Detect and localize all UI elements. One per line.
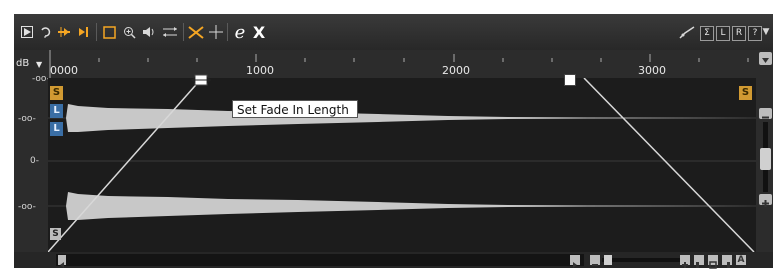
vertical-zoom-thumb[interactable] <box>760 148 771 170</box>
waveform-right-channel <box>48 192 756 220</box>
ruler-tick-label: 1000 <box>246 64 274 77</box>
scroll-right-button[interactable] <box>570 255 580 268</box>
snap-tag[interactable]: S <box>50 228 61 240</box>
tooltip: Set Fade In Length <box>232 100 358 118</box>
toolbar-separator <box>227 23 228 41</box>
db-menu-chevron-icon[interactable]: ▼ <box>36 60 42 69</box>
zoom-all-button[interactable]: A <box>736 255 746 265</box>
channel-menu-button[interactable]: ? <box>748 26 762 41</box>
fade-out-curve[interactable] <box>583 78 755 252</box>
toolbar-separator <box>96 23 97 41</box>
horizontal-zoom-thumb[interactable] <box>604 255 612 265</box>
waveform-view[interactable] <box>48 78 756 252</box>
horizontal-zoom-track[interactable] <box>602 258 684 262</box>
play-from-cursor-icon[interactable] <box>56 23 72 41</box>
wave-editor: e X Σ L R ? ▼ dB ▼ 0000 1000 2000 3000 -… <box>14 14 773 269</box>
play-selection-icon[interactable] <box>76 23 92 41</box>
fade-in-handle[interactable] <box>190 72 212 86</box>
solo-tag-right[interactable]: S <box>739 86 752 100</box>
right-channel-button[interactable]: R <box>732 26 746 41</box>
view-menu-button[interactable] <box>759 52 772 65</box>
zoom-preset-icon[interactable] <box>694 255 704 268</box>
left-channel-tag[interactable]: L <box>50 122 63 136</box>
x-icon[interactable]: X <box>252 23 266 42</box>
zoom-preset-icon[interactable] <box>722 255 732 268</box>
cursor-crosshair-icon[interactable] <box>208 23 224 41</box>
chevron-down-icon[interactable]: ▼ <box>761 23 771 41</box>
selection-tool-icon[interactable] <box>101 23 117 41</box>
toolbar-separator <box>183 23 184 41</box>
crossfade-icon[interactable] <box>187 23 205 41</box>
scroll-left-button[interactable] <box>58 255 66 268</box>
left-channel-tag[interactable]: L <box>50 104 63 118</box>
play-icon[interactable] <box>20 23 34 41</box>
zoom-out-horizontal-button[interactable] <box>590 255 600 266</box>
speaker-icon[interactable] <box>141 23 157 41</box>
db-label[interactable]: dB <box>16 58 29 69</box>
toolbar: e X Σ L R ? ▼ <box>14 14 773 50</box>
left-channel-button[interactable]: L <box>716 26 730 41</box>
level-axis-label: -oo- <box>18 114 36 124</box>
level-axis-label: -oo- <box>18 202 36 212</box>
loop-icon[interactable] <box>38 23 52 41</box>
zoom-out-vertical-button[interactable] <box>759 108 772 119</box>
vertical-zoom-panel <box>758 50 773 252</box>
fade-in-curve[interactable] <box>48 78 203 252</box>
zoom-in-horizontal-button[interactable] <box>680 255 690 268</box>
sum-button[interactable]: Σ <box>700 26 714 41</box>
level-axis-label: 0- <box>30 156 39 166</box>
fade-out-handle[interactable] <box>564 74 576 86</box>
e-icon[interactable]: e <box>232 22 248 43</box>
horizontal-scroll-track[interactable] <box>56 254 584 266</box>
ruler-tick-label: 0000 <box>50 64 78 77</box>
zoom-preset-icon[interactable] <box>708 255 718 269</box>
move-tool-icon[interactable] <box>161 23 179 41</box>
horizontal-scroll-bar: A <box>14 252 773 269</box>
zoom-tool-icon[interactable] <box>121 23 137 41</box>
ruler-tick-label: 3000 <box>638 64 666 77</box>
solo-tag[interactable]: S <box>50 86 63 100</box>
waveform-left-channel <box>48 104 756 132</box>
zoom-in-vertical-button[interactable] <box>759 194 772 207</box>
ruler-tick-label: 2000 <box>442 64 470 77</box>
draw-tool-icon[interactable] <box>678 23 696 41</box>
